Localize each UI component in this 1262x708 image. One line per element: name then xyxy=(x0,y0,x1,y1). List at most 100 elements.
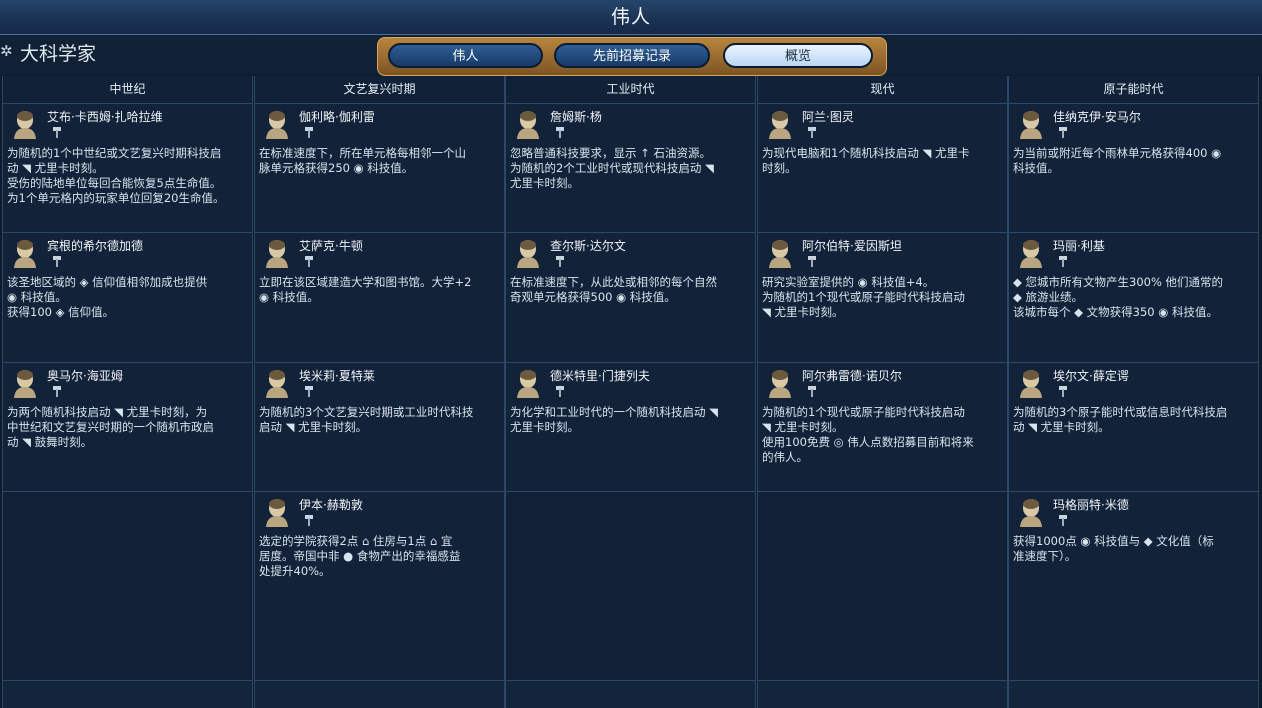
era-header: 文艺复兴时期 xyxy=(255,76,504,104)
great-person-card[interactable]: 埃尔文·薛定谔 为随机的3个原子能时代或信息时代科技启动 ◥ 尤里卡时刻。 xyxy=(1009,363,1258,492)
portrait-icon xyxy=(514,368,542,398)
description-line: 受伤的陆地单位每回合能恢复5点生命值。 xyxy=(7,176,222,190)
hammer-icon xyxy=(554,124,568,138)
hammer-icon xyxy=(51,383,65,397)
great-person-name: 埃米莉·夏特莱 xyxy=(299,369,375,383)
great-person-card[interactable]: 奥马尔·海亚姆 为两个随机科技启动 ◥ 尤里卡时刻，为 中世纪和文艺复兴时期的一个随… xyxy=(3,363,252,492)
description-line: 为随机的1个现代或原子能时代科技启动 xyxy=(762,290,965,304)
hammer-icon xyxy=(1057,512,1071,526)
hammer-icon xyxy=(51,124,65,138)
era-column: 中世纪 艾布·卡西姆·扎哈拉维 为随机的1个中世纪或文艺复兴时期科技启动 ◥ 尤里卡… xyxy=(2,76,253,708)
great-person-description: 研究实验室提供的 ◉ 科技值+4。 为随机的1个现代或原子能时代科技启动 ◥ 尤里卡… xyxy=(762,275,1004,320)
great-person-card[interactable]: 查尔斯·达尔文在标准速度下，从此处或相邻的每个自然 奇观单元格获得500 ◉ 科技… xyxy=(506,233,755,363)
portrait-icon xyxy=(1017,109,1045,139)
description-line: 该城市每个 ◆ 文物获得350 ◉ 科技值。 xyxy=(1013,305,1218,319)
portrait-icon xyxy=(11,109,39,139)
great-person-name: 伊本·赫勒敦 xyxy=(299,498,363,512)
description-line: ◥ 尤里卡时刻。 xyxy=(762,420,844,434)
era-header: 工业时代 xyxy=(506,76,755,104)
era-header: 中世纪 xyxy=(3,76,252,104)
description-line: 研究实验室提供的 ◉ 科技值+4。 xyxy=(762,275,935,289)
portrait-icon xyxy=(11,368,39,398)
great-person-description: 为当前或附近每个雨林单元格获得400 ◉ 科技值。 xyxy=(1013,146,1255,176)
great-person-card[interactable]: 玛格丽特·米德获得1000点 ◉ 科技值与 ◆ 文化值（标 准速度下）。 xyxy=(1009,492,1258,681)
great-person-card[interactable]: 艾布·卡西姆·扎哈拉维 为随机的1个中世纪或文艺复兴时期科技启动 ◥ 尤里卡时刻。… xyxy=(3,104,252,233)
tab-label: 伟人 xyxy=(452,49,479,64)
description-line: 选定的学院获得2点 ⌂ 住房与1点 ⌂ 宜 xyxy=(259,534,453,548)
great-person-description: 选定的学院获得2点 ⌂ 住房与1点 ⌂ 宜居度。帝国中非 ● 食物产出的幸福感益… xyxy=(259,534,501,579)
hammer-icon xyxy=(303,253,317,267)
tab-previously-recruited[interactable]: 先前招募记录 xyxy=(554,43,710,68)
great-person-card[interactable]: 伽利略·伽利雷在标准速度下，所在单元格每相邻一个山 脉单元格获得250 ◉ 科技值… xyxy=(255,104,504,233)
description-line: 为随机的2个工业时代或现代科技启动 ◥ xyxy=(510,161,714,175)
tab-bar: 伟人 先前招募记录 概览 xyxy=(377,37,887,76)
portrait-icon xyxy=(263,238,291,268)
description-line: 启动 ◥ 尤里卡时刻。 xyxy=(259,420,368,434)
tab-overview[interactable]: 概览 xyxy=(723,43,873,68)
great-person-description: 在标准速度下，从此处或相邻的每个自然 奇观单元格获得500 ◉ 科技值。 xyxy=(510,275,752,305)
great-person-description: 忽略普通科技要求，显示 ↑ 石油资源。 为随机的2个工业时代或现代科技启动 ◥ 尤里… xyxy=(510,146,752,191)
great-person-description: 该圣地区域的 ◈ 信仰值相邻加成也提供 ◉ 科技值。 获得100 ◈ 信仰值。 xyxy=(7,275,249,320)
great-person-card[interactable]: 伊本·赫勒敦选定的学院获得2点 ⌂ 住房与1点 ⌂ 宜居度。帝国中非 ● 食物产… xyxy=(255,492,504,681)
great-person-card[interactable]: 德米特里·门捷列夫 为化学和工业时代的一个随机科技启动 ◥ 尤里卡时刻。 xyxy=(506,363,755,492)
great-person-description: 在标准速度下，所在单元格每相邻一个山 脉单元格获得250 ◉ 科技值。 xyxy=(259,146,501,176)
description-line: 准速度下）。 xyxy=(1013,549,1077,563)
portrait-icon xyxy=(766,109,794,139)
great-person-name: 德米特里·门捷列夫 xyxy=(550,369,650,383)
hammer-icon xyxy=(303,512,317,526)
portrait-icon xyxy=(263,497,291,527)
hammer-icon xyxy=(806,383,820,397)
description-line: 动 ◥ 尤里卡时刻。 xyxy=(1013,420,1110,434)
empty-slot xyxy=(3,492,252,681)
great-person-card[interactable]: 埃米莉·夏特莱 为随机的3个文艺复兴时期或工业时代科技 启动 ◥ 尤里卡时刻。 xyxy=(255,363,504,492)
era-column: 文艺复兴时期伽利略·伽利雷在标准速度下，所在单元格每相邻一个山 脉单元格获得250… xyxy=(254,76,505,708)
description-line: 为随机的3个原子能时代或信息时代科技启 xyxy=(1013,405,1228,419)
portrait-icon xyxy=(263,109,291,139)
era-column: 现代 阿兰·图灵 为现代电脑和1个随机科技启动 ◥ 尤里卡 时刻。 阿尔伯特·爱因斯坦研… xyxy=(757,76,1008,708)
empty-slot xyxy=(758,492,1007,681)
description-line: 为当前或附近每个雨林单元格获得400 ◉ xyxy=(1013,146,1222,160)
description-line: 为化学和工业时代的一个随机科技启动 ◥ xyxy=(510,405,718,419)
great-person-card[interactable]: 詹姆斯·杨 忽略普通科技要求，显示 ↑ 石油资源。 为随机的2个工业时代或现代科技启… xyxy=(506,104,755,233)
great-scientist-grid: 中世纪 艾布·卡西姆·扎哈拉维 为随机的1个中世纪或文艺复兴时期科技启动 ◥ 尤里卡… xyxy=(2,76,1260,708)
description-line: 在标准速度下，从此处或相邻的每个自然 xyxy=(510,275,717,289)
great-person-card[interactable]: 宾根的希尔德加德 该圣地区域的 ◈ 信仰值相邻加成也提供 ◉ 科技值。 获得100 ◈… xyxy=(3,233,252,363)
great-person-name: 玛丽·利基 xyxy=(1053,239,1105,253)
hammer-icon xyxy=(554,253,568,267)
description-line: 使用100免费 ◎ 伟人点数招募目前和将来 xyxy=(762,435,974,449)
description-line: 立即在该区域建造大学和图书馆。大学+2 xyxy=(259,275,472,289)
window-title-bar: 伟人 xyxy=(0,0,1262,35)
tab-label: 概览 xyxy=(784,49,811,64)
great-person-name: 阿尔弗雷德·诺贝尔 xyxy=(802,369,902,383)
great-person-name: 伽利略·伽利雷 xyxy=(299,110,375,124)
page-title: 大科学家 xyxy=(20,43,97,65)
description-line: 尤里卡时刻。 xyxy=(510,176,579,190)
gear-icon: ✲ xyxy=(0,42,13,60)
description-line: 忽略普通科技要求，显示 ↑ 石油资源。 xyxy=(510,146,711,160)
great-person-description: 为随机的3个原子能时代或信息时代科技启动 ◥ 尤里卡时刻。 xyxy=(1013,405,1255,435)
description-line: 时刻。 xyxy=(762,161,797,175)
description-line: ◉ 科技值。 xyxy=(7,290,67,304)
description-line: 获得1000点 ◉ 科技值与 ◆ 文化值（标 xyxy=(1013,534,1214,548)
great-person-card[interactable]: 阿尔伯特·爱因斯坦 研究实验室提供的 ◉ 科技值+4。 为随机的1个现代或原子能时代… xyxy=(758,233,1007,363)
great-person-name: 查尔斯·达尔文 xyxy=(550,239,626,253)
description-line: 动 ◥ 鼓舞时刻。 xyxy=(7,435,93,449)
era-column: 工业时代 詹姆斯·杨 忽略普通科技要求，显示 ↑ 石油资源。 为随机的2个工业时代或现… xyxy=(505,76,756,708)
portrait-icon xyxy=(514,109,542,139)
great-person-card[interactable]: 佳纳克伊·安马尔 为当前或附近每个雨林单元格获得400 ◉ 科技值。 xyxy=(1009,104,1258,233)
description-line: 奇观单元格获得500 ◉ 科技值。 xyxy=(510,290,676,304)
description-line: 处提升40%。 xyxy=(259,564,331,578)
great-person-card[interactable]: 阿尔弗雷德·诺贝尔为随机的1个现代或原子能时代科技启动 ◥ 尤里卡时刻。 使用100… xyxy=(758,363,1007,492)
great-person-card[interactable]: 阿兰·图灵 为现代电脑和1个随机科技启动 ◥ 尤里卡 时刻。 xyxy=(758,104,1007,233)
portrait-icon xyxy=(1017,497,1045,527)
great-person-description: 为随机的1个现代或原子能时代科技启动 ◥ 尤里卡时刻。 使用100免费 ◎ 伟人点数… xyxy=(762,405,1004,465)
great-person-name: 奥马尔·海亚姆 xyxy=(47,369,123,383)
tab-great-people[interactable]: 伟人 xyxy=(388,43,543,68)
great-person-card[interactable]: 艾萨克·牛顿 立即在该区域建造大学和图书馆。大学+2 ◉ 科技值。 xyxy=(255,233,504,363)
great-person-description: 获得1000点 ◉ 科技值与 ◆ 文化值（标 准速度下）。 xyxy=(1013,534,1255,564)
description-line: ◆ 您城市所有文物产生300% 他们通常的 xyxy=(1013,275,1224,289)
great-person-name: 玛格丽特·米德 xyxy=(1053,498,1129,512)
great-person-name: 艾萨克·牛顿 xyxy=(299,239,363,253)
great-person-card[interactable]: 玛丽·利基 ◆ 您城市所有文物产生300% 他们通常的 ◆ 旅游业绩。 该城市每个 ◆… xyxy=(1009,233,1258,363)
window-title: 伟人 xyxy=(610,6,651,28)
